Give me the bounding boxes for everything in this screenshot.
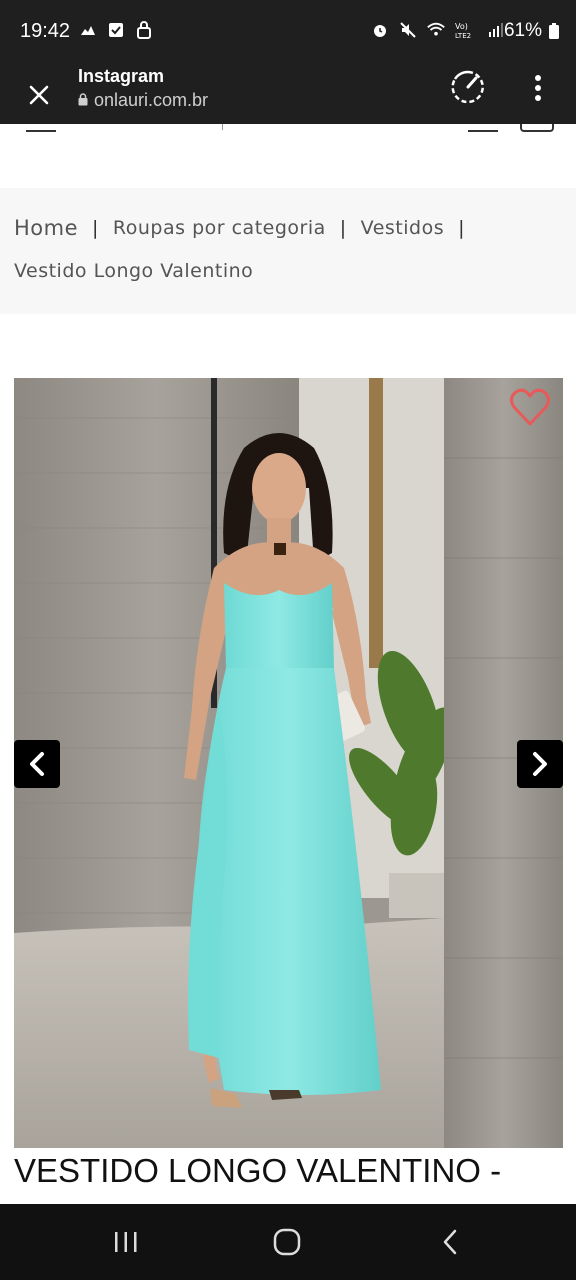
heart-icon bbox=[509, 388, 551, 426]
system-navigation-bar bbox=[0, 1204, 576, 1280]
browser-toolbar: Instagram onlauri.com.br bbox=[0, 66, 576, 124]
wifi-icon bbox=[426, 20, 446, 40]
back-button[interactable] bbox=[420, 1222, 480, 1262]
breadcrumb-separator: | bbox=[92, 217, 99, 239]
volte-icon: Vo) LTE2 bbox=[454, 20, 478, 40]
cloud-icon bbox=[78, 20, 98, 40]
battery-status: 61% bbox=[504, 20, 560, 42]
browser-app-title: Instagram bbox=[78, 66, 165, 86]
status-time: 19:42 bbox=[20, 20, 71, 42]
product-image-gallery[interactable] bbox=[14, 378, 563, 1148]
site-header-fragment bbox=[26, 124, 56, 132]
breadcrumb-links: Home | Roupas por categoria | Vestidos | bbox=[14, 216, 479, 240]
chevron-right-icon bbox=[533, 752, 547, 776]
url-text: onlauri.com.br bbox=[94, 90, 209, 110]
status-bar: 19:42 Vo) LTE2 61% bbox=[0, 0, 576, 66]
back-icon bbox=[443, 1229, 457, 1255]
speedometer-icon bbox=[451, 70, 484, 104]
next-image-button[interactable] bbox=[517, 740, 563, 788]
favorite-button[interactable] bbox=[509, 388, 551, 428]
breadcrumb-current: Vestido Longo Valentino bbox=[14, 260, 254, 282]
close-button[interactable] bbox=[20, 76, 58, 114]
breadcrumb-category[interactable]: Roupas por categoria bbox=[113, 217, 326, 239]
product-title: VESTIDO LONGO VALENTINO - bbox=[14, 1152, 502, 1189]
close-icon bbox=[29, 85, 49, 105]
chevron-left-icon bbox=[30, 752, 44, 776]
previous-image-button[interactable] bbox=[14, 740, 60, 788]
product-photo bbox=[14, 378, 563, 1148]
breadcrumb-separator: | bbox=[458, 217, 466, 239]
status-left-icons bbox=[78, 20, 154, 40]
site-header-fragment bbox=[520, 124, 554, 132]
performance-button[interactable] bbox=[448, 67, 488, 107]
more-options-button[interactable] bbox=[520, 68, 556, 108]
svg-text:LTE2: LTE2 bbox=[455, 32, 471, 39]
status-right-icons: Vo) LTE2 bbox=[370, 20, 506, 40]
svg-text:Vo): Vo) bbox=[455, 22, 468, 31]
check-square-icon bbox=[106, 20, 126, 40]
recent-apps-button[interactable] bbox=[96, 1222, 156, 1262]
lock-icon bbox=[78, 90, 88, 111]
site-header-fragment bbox=[222, 124, 225, 130]
recent-apps-icon bbox=[115, 1232, 137, 1252]
battery-icon bbox=[548, 21, 560, 41]
breadcrumb-separator: | bbox=[339, 217, 347, 239]
home-icon bbox=[273, 1228, 301, 1256]
alarm-icon bbox=[370, 20, 390, 40]
breadcrumb-dresses[interactable]: Vestidos bbox=[361, 217, 444, 239]
mute-icon bbox=[398, 20, 418, 40]
home-button[interactable] bbox=[257, 1222, 317, 1262]
breadcrumb-home[interactable]: Home bbox=[14, 216, 78, 240]
more-vertical-icon bbox=[535, 75, 541, 101]
url-row: onlauri.com.br bbox=[78, 90, 208, 111]
breadcrumb: Home | Roupas por categoria | Vestidos |… bbox=[0, 188, 576, 314]
lock-icon bbox=[134, 20, 154, 40]
battery-percent: 61% bbox=[503, 20, 542, 41]
site-header-fragment bbox=[468, 124, 498, 132]
